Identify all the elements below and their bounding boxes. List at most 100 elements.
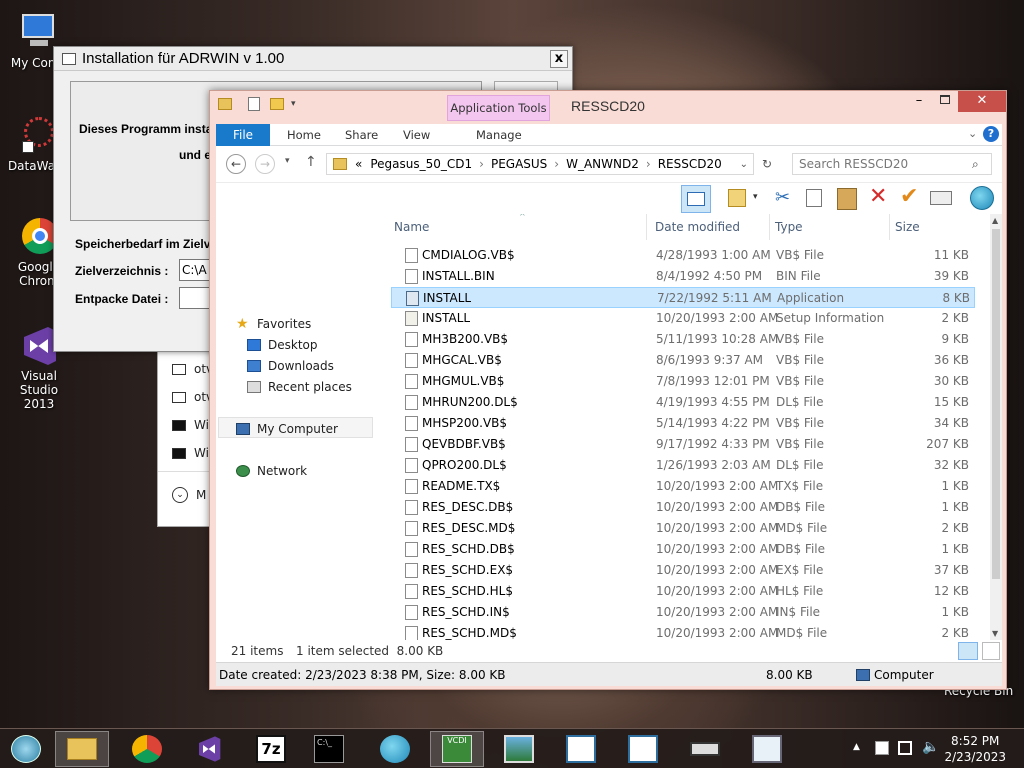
network-icon[interactable] (898, 741, 912, 755)
table-row[interactable]: MHRUN200.DL$ 4/19/1993 4:55 PM DL$ File 15 … (391, 392, 975, 413)
table-row[interactable]: RES_SCHD.HL$ 10/20/1993 2:00 AM HL$ File 12… (391, 581, 975, 602)
nav-recent-places[interactable]: Recent places (247, 379, 352, 395)
taskbar-vcdi[interactable]: VCDI (430, 731, 484, 767)
taskbar-drive[interactable] (678, 731, 732, 767)
copy-icon[interactable] (806, 189, 822, 207)
action-center-icon[interactable] (875, 741, 889, 755)
dropdown-icon[interactable]: ▾ (753, 192, 758, 202)
file-name: README.TX$ (422, 479, 501, 493)
help-icon[interactable]: ? (983, 126, 999, 142)
show-hidden-icons-icon[interactable]: ▲ (853, 742, 860, 752)
nav-my-computer[interactable]: My Computer (236, 421, 338, 437)
tab-home[interactable]: Home (287, 128, 321, 142)
folder-icon (67, 738, 97, 760)
tab-view[interactable]: View (403, 128, 430, 142)
taskbar-chrome[interactable] (120, 731, 174, 767)
close-button[interactable]: x (550, 50, 568, 68)
taskbar-monitor[interactable] (740, 731, 794, 767)
breadcrumb-item[interactable]: PEGASUS (491, 157, 547, 171)
tab-share[interactable]: Share (345, 128, 378, 142)
table-row[interactable]: INSTALL 10/20/1993 2:00 AM Setup Informati… (391, 308, 975, 329)
tab-manage[interactable]: Manage (476, 128, 522, 142)
table-row[interactable]: QEVBDBF.VB$ 9/17/1992 4:33 PM VB$ File 207 … (391, 434, 975, 455)
breadcrumb-overflow[interactable]: « (355, 157, 362, 171)
table-row[interactable]: MHSP200.VB$ 5/14/1993 4:22 PM VB$ File 34 K… (391, 413, 975, 434)
breadcrumb[interactable]: « Pegasus_50_CD1 › PEGASUS › W_ANWND2 › RES… (326, 153, 754, 175)
table-row[interactable]: QPRO200.DL$ 1/26/1993 2:03 AM DL$ File 32 K… (391, 455, 975, 476)
list-item[interactable]: Wi (172, 446, 209, 460)
table-row[interactable]: CMDIALOG.VB$ 4/28/1993 1:00 AM VB$ File 11 … (391, 245, 975, 266)
minimize-button[interactable]: – (906, 91, 932, 112)
column-header-name[interactable]: Name (394, 220, 429, 234)
paste-icon[interactable] (837, 188, 857, 210)
taskbar-app-window-1[interactable] (554, 731, 608, 767)
address-dropdown-icon[interactable]: ⌄ (740, 159, 748, 170)
nav-favorites[interactable]: ★ Favorites (236, 316, 311, 332)
clock[interactable]: 8:52 PM 2/23/2023 (944, 733, 1006, 765)
table-row[interactable]: MH3B200.VB$ 5/11/1993 10:28 AM VB$ File 9 K… (391, 329, 975, 350)
shell-icon[interactable] (970, 186, 994, 210)
dialog-titlebar[interactable]: Installation für ADRWIN v 1.00 (54, 47, 572, 71)
taskbar-app-window-2[interactable] (616, 731, 670, 767)
refresh-icon[interactable]: ↻ (756, 154, 778, 174)
column-header-date[interactable]: Date modified (655, 220, 740, 234)
details-view-icon[interactable] (958, 642, 978, 660)
close-button[interactable]: ✕ (958, 91, 1006, 112)
column-header-type[interactable]: Type (775, 220, 803, 234)
table-row[interactable]: INSTALL 7/22/1992 5:11 AM Application 8 KB (391, 287, 975, 308)
table-row[interactable]: MHGCAL.VB$ 8/6/1993 9:37 AM VB$ File 36 KB (391, 350, 975, 371)
volume-icon[interactable]: 🔈 (922, 739, 939, 755)
recent-locations-icon[interactable]: ▾ (285, 156, 290, 166)
vertical-scrollbar[interactable]: ▲ ▼ (990, 214, 1002, 640)
maximize-button[interactable] (932, 91, 958, 112)
file-type: MD$ File (776, 521, 828, 535)
cut-icon[interactable]: ✂ (775, 187, 790, 208)
rename-icon[interactable] (930, 191, 952, 205)
scrollbar-thumb[interactable] (992, 229, 1000, 579)
taskbar-7zip[interactable]: 7z (244, 731, 298, 767)
file-date: 1/26/1993 2:03 AM (656, 458, 771, 472)
more-button[interactable]: ⌄ M (172, 487, 206, 503)
list-item[interactable]: Wi (172, 418, 209, 432)
table-row[interactable]: RES_DESC.MD$ 10/20/1993 2:00 AM MD$ File 2 … (391, 518, 975, 539)
list-item[interactable]: otv (172, 390, 213, 404)
table-row[interactable]: RES_SCHD.MD$ 10/20/1993 2:00 AM MD$ File 2 … (391, 623, 975, 640)
table-row[interactable]: README.TX$ 10/20/1993 2:00 AM TX$ File 1 KB (391, 476, 975, 497)
table-row[interactable]: RES_SCHD.DB$ 10/20/1993 2:00 AM DB$ File 1 … (391, 539, 975, 560)
file-type: Application (777, 291, 845, 305)
taskbar-shell[interactable] (368, 731, 422, 767)
table-row[interactable]: RES_SCHD.IN$ 10/20/1993 2:00 AM IN$ File 1 … (391, 602, 975, 623)
nav-network[interactable]: Network (236, 463, 307, 479)
forward-arrow-icon[interactable]: → (255, 154, 275, 174)
intro-text-2: und e (179, 148, 211, 162)
new-folder-icon[interactable] (728, 189, 746, 207)
back-arrow-icon[interactable]: ← (226, 154, 246, 174)
start-button[interactable] (0, 731, 52, 767)
explorer-titlebar[interactable]: ▾ Application Tools RESSCD20 – ✕ (210, 91, 1006, 121)
file-name: RES_SCHD.EX$ (422, 563, 514, 577)
up-arrow-icon[interactable]: ↑ (305, 154, 317, 170)
taskbar-cmd[interactable]: C:\_ (302, 731, 356, 767)
table-row[interactable]: INSTALL.BIN 8/4/1992 4:50 PM BIN File 39 KB (391, 266, 975, 287)
tab-file[interactable]: File (216, 124, 270, 146)
large-icons-view-icon[interactable] (982, 642, 1000, 660)
table-row[interactable]: RES_SCHD.EX$ 10/20/1993 2:00 AM EX$ File 37… (391, 560, 975, 581)
taskbar-image-viewer[interactable] (492, 731, 546, 767)
check-icon[interactable]: ✔ (900, 184, 918, 209)
nav-desktop[interactable]: Desktop (247, 337, 318, 353)
breadcrumb-item[interactable]: W_ANWND2 (566, 157, 639, 171)
preview-pane-button[interactable] (681, 185, 711, 213)
expand-ribbon-icon[interactable]: ⌄ (968, 127, 977, 140)
column-header-size[interactable]: Size (895, 220, 920, 234)
taskbar-explorer[interactable] (55, 731, 109, 767)
table-row[interactable]: MHGMUL.VB$ 7/8/1993 12:01 PM VB$ File 30 KB (391, 371, 975, 392)
breadcrumb-item[interactable]: Pegasus_50_CD1 (370, 157, 472, 171)
taskbar-visual-studio[interactable] (182, 731, 236, 767)
nav-downloads[interactable]: Downloads (247, 358, 334, 374)
table-row[interactable]: RES_DESC.DB$ 10/20/1993 2:00 AM DB$ File 1 … (391, 497, 975, 518)
search-icon: ⌕ (972, 157, 979, 171)
delete-icon[interactable]: ✕ (869, 184, 887, 209)
list-item[interactable]: otv (172, 362, 213, 376)
breadcrumb-item[interactable]: RESSCD20 (658, 157, 722, 171)
search-input[interactable]: Search RESSCD20 (792, 153, 992, 175)
